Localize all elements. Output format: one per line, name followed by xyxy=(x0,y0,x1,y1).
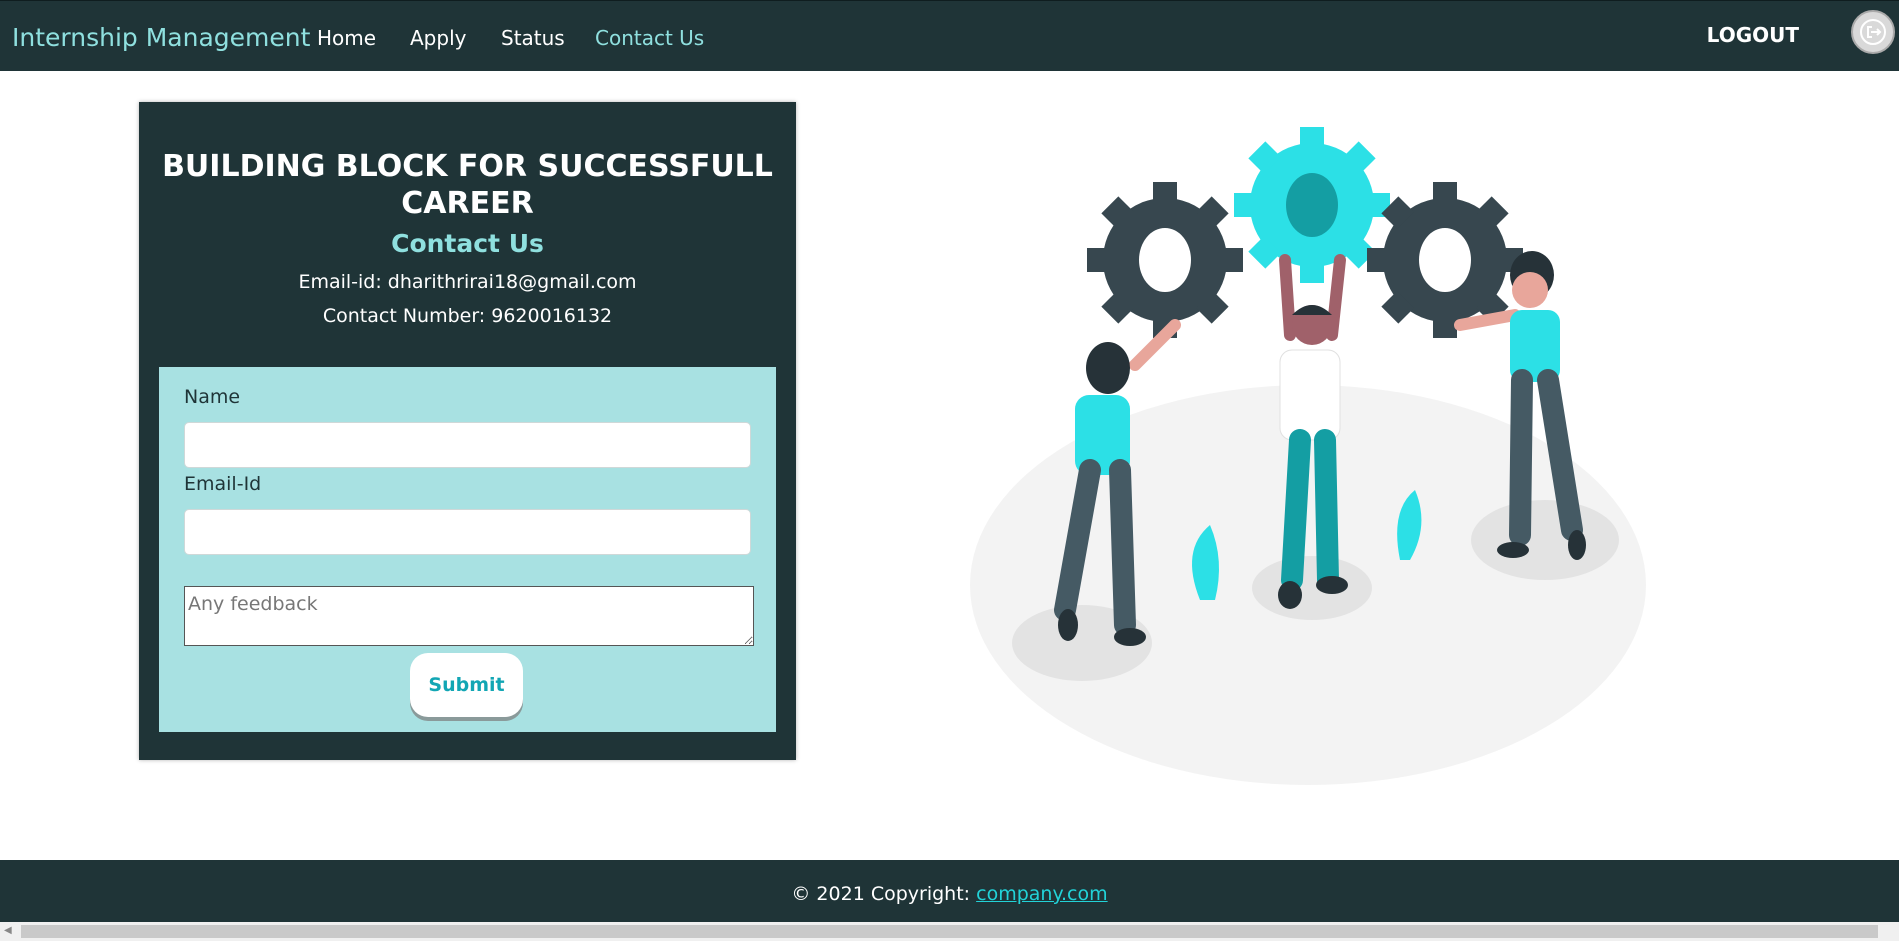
nav-home[interactable]: Home xyxy=(317,26,376,50)
email-label: Email-Id xyxy=(184,473,262,495)
feedback-form: Name Email-Id Submit xyxy=(159,367,776,732)
name-input[interactable] xyxy=(184,422,751,468)
gear-left-icon xyxy=(1087,182,1243,338)
footer: © 2021 Copyright: company.com xyxy=(0,860,1899,922)
brand-title[interactable]: Internship Management xyxy=(12,23,310,52)
scroll-left-arrow-icon[interactable]: ◀ xyxy=(4,925,12,936)
email-input[interactable] xyxy=(184,509,751,555)
logout-icon[interactable] xyxy=(1851,10,1895,54)
logout-link[interactable]: LOGOUT xyxy=(1707,23,1799,47)
feedback-textarea[interactable] xyxy=(184,586,754,646)
contact-card: BUILDING BLOCK FOR SUCCESSFULL CAREER Co… xyxy=(139,102,796,760)
company-link[interactable]: company.com xyxy=(976,883,1107,905)
nav-status[interactable]: Status xyxy=(501,26,565,50)
gear-middle-icon xyxy=(1234,127,1390,283)
contact-email: Email-id: dharithrirai18@gmail.com xyxy=(298,271,637,293)
nav-contact-us[interactable]: Contact Us xyxy=(595,26,704,50)
name-label: Name xyxy=(184,386,241,408)
contact-heading: Contact Us xyxy=(391,229,544,258)
card-title: BUILDING BLOCK FOR SUCCESSFULL CAREER xyxy=(162,149,773,221)
nav-apply[interactable]: Apply xyxy=(410,26,466,50)
horizontal-scrollbar[interactable]: ◀ xyxy=(0,922,1899,941)
footer-text: © 2021 Copyright: company.com xyxy=(0,883,1899,905)
teamwork-gears-illustration xyxy=(970,127,1646,785)
scrollbar-thumb[interactable] xyxy=(21,925,1878,938)
top-navbar: Internship Management Home Apply Status … xyxy=(0,0,1899,71)
copyright-text: © 2021 Copyright: xyxy=(791,883,971,905)
submit-button[interactable]: Submit xyxy=(410,653,523,717)
contact-phone: Contact Number: 9620016132 xyxy=(322,305,613,327)
